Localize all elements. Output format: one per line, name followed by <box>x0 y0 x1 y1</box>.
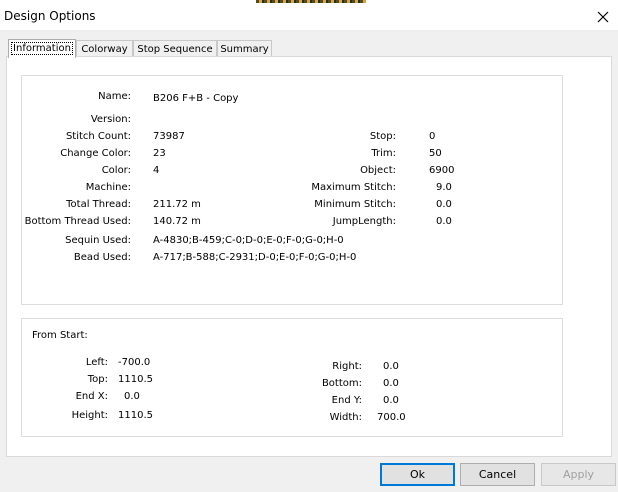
right-value: 0.0 <box>383 361 399 372</box>
machine-label: Machine: <box>85 182 131 193</box>
bottom-value: 0.0 <box>383 378 399 389</box>
close-button[interactable] <box>588 3 618 30</box>
bead-used-value: A-717;B-588;C-2931;D-0;E-0;F-0;G-0;H-0 <box>153 252 357 263</box>
ok-button[interactable]: Ok <box>380 463 455 486</box>
bottom-thread-value: 140.72 m <box>153 216 201 227</box>
object-label: Object: <box>360 165 396 176</box>
end-y-value: 0.0 <box>383 395 399 406</box>
minimum-stitch-value: 0.0 <box>436 199 452 210</box>
name-value: B206 F+B - Copy <box>153 93 239 104</box>
tab-label: Summary <box>220 44 269 55</box>
jump-length-value: 0.0 <box>436 216 452 227</box>
end-x-value: 0.0 <box>124 391 140 402</box>
stitch-count-value: 73987 <box>153 131 185 142</box>
tab-label: Stop Sequence <box>137 44 213 55</box>
change-color-label: Change Color: <box>60 148 131 159</box>
object-value: 6900 <box>429 165 455 176</box>
width-value: 700.0 <box>377 412 406 423</box>
left-value: -700.0 <box>118 357 151 368</box>
sequin-used-label: Sequin Used: <box>65 235 131 246</box>
minimum-stitch-label: Minimum Stitch: <box>314 199 396 210</box>
end-y-label: End Y: <box>331 395 362 406</box>
bottom-label: Bottom: <box>321 378 362 389</box>
stop-label: Stop: <box>369 131 396 142</box>
color-label: Color: <box>101 165 131 176</box>
version-label: Version: <box>90 114 131 125</box>
title-bar: Design Options <box>0 3 618 30</box>
height-value: 1110.5 <box>118 410 153 421</box>
jump-length-label: JumpLength: <box>332 216 396 227</box>
maximum-stitch-label: Maximum Stitch: <box>311 182 396 193</box>
tab-information[interactable]: Information <box>8 39 76 58</box>
window-title: Design Options <box>4 9 96 23</box>
trim-label: Trim: <box>371 148 396 159</box>
height-label: Height: <box>71 410 108 421</box>
top-label: Top: <box>87 374 108 385</box>
from-start-heading: From Start: <box>32 330 88 341</box>
total-thread-label: Total Thread: <box>66 199 131 210</box>
close-icon <box>597 11 609 23</box>
stitch-count-label: Stitch Count: <box>65 131 131 142</box>
sequin-used-value: A-4830;B-459;C-0;D-0;E-0;F-0;G-0;H-0 <box>153 235 344 246</box>
tab-label: Colorway <box>81 44 128 55</box>
cancel-button[interactable]: Cancel <box>460 463 535 486</box>
name-label: Name: <box>98 91 131 102</box>
end-x-label: End X: <box>75 391 108 402</box>
top-value: 1110.5 <box>118 374 153 385</box>
bottom-thread-label: Bottom Thread Used: <box>24 216 131 227</box>
maximum-stitch-value: 9.0 <box>436 182 452 193</box>
tab-label: Information <box>11 42 73 55</box>
right-label: Right: <box>332 361 362 372</box>
bead-used-label: Bead Used: <box>73 252 131 263</box>
left-label: Left: <box>85 357 108 368</box>
stop-value: 0 <box>429 131 436 142</box>
total-thread-value: 211.72 m <box>153 199 201 210</box>
trim-value: 50 <box>429 148 442 159</box>
width-label: Width: <box>329 412 362 423</box>
apply-button[interactable]: Apply <box>541 463 616 486</box>
color-value: 4 <box>153 165 160 176</box>
change-color-value: 23 <box>153 148 166 159</box>
